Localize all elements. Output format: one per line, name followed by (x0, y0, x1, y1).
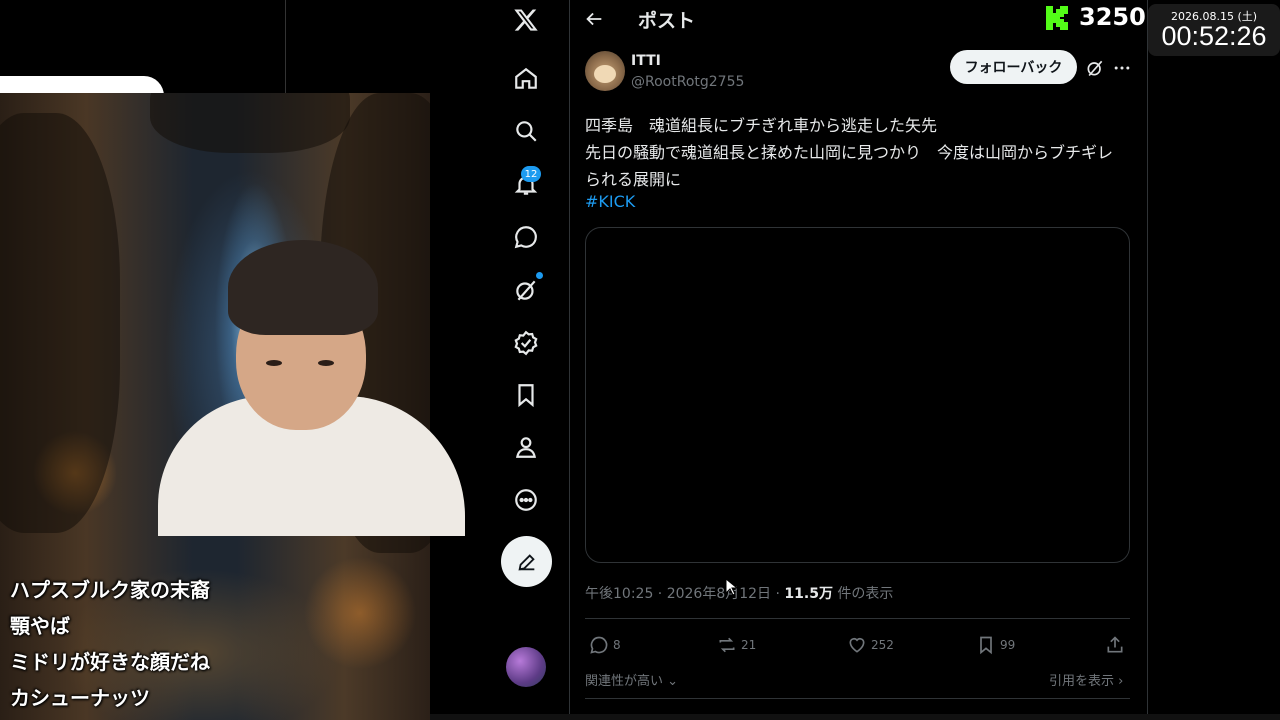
webcam-streamer (158, 240, 465, 536)
rock-shape (0, 113, 120, 533)
profile-icon[interactable] (513, 434, 539, 460)
share-button[interactable] (1105, 634, 1129, 656)
x-sidebar-nav (500, 0, 553, 720)
stream-caption: 顎やば (10, 614, 70, 638)
share-icon (1107, 636, 1123, 653)
chevron-right-icon: › (1118, 674, 1124, 689)
more-options-icon[interactable] (1112, 58, 1132, 78)
author-name[interactable]: ITTI (631, 53, 661, 69)
view-count: 11.5万 (784, 586, 833, 602)
divider-line (285, 0, 286, 93)
post-media[interactable] (585, 227, 1130, 563)
post-text-line: 先日の騒動で魂道組長と揉めた山岡に見つかり 今度は山岡からブチギレ (585, 143, 1114, 162)
verified-icon[interactable] (513, 330, 539, 356)
avatar-face (594, 65, 616, 83)
stream-caption: ハプスブルク家の末裔 (10, 578, 210, 602)
post-text-line: られる展開に (585, 170, 682, 189)
divider (585, 618, 1130, 619)
post-meta: 午後10:25 · 2026年8月12日 · 11.5万 件の表示 (585, 583, 893, 603)
kick-logo-icon (1046, 6, 1068, 30)
view-suffix: 件の表示 (832, 586, 894, 602)
repost-count: 21 (741, 638, 757, 652)
like-count: 252 (871, 638, 894, 652)
person-eye (318, 360, 334, 366)
person-eye (266, 360, 282, 366)
bookmark-button[interactable]: 99 (976, 634, 1015, 656)
account-avatar[interactable] (506, 647, 546, 687)
search-icon[interactable] (513, 118, 539, 144)
repost-icon (719, 637, 735, 653)
heart-icon (849, 637, 865, 653)
reply-icon (590, 636, 608, 654)
bookmark-icon (980, 636, 992, 655)
person-hair (228, 240, 378, 335)
back-arrow-icon[interactable] (583, 8, 605, 30)
x-logo-icon[interactable] (513, 7, 539, 33)
grok-unread-dot (536, 272, 543, 279)
rock-shape (150, 93, 350, 153)
author-avatar[interactable] (585, 51, 625, 91)
mouse-cursor-icon (725, 578, 737, 596)
stream-caption: カシューナッツ (10, 686, 150, 710)
stream-caption: ミドリが好きな顔だね (10, 650, 210, 674)
taskbar-strip (430, 714, 1280, 720)
sort-label: 関連性が高い (585, 674, 664, 689)
chevron-down-icon: ⌄ (667, 674, 679, 689)
compose-button[interactable] (501, 536, 552, 587)
post-timestamp[interactable]: 午後10:25 · 2026年8月12日 · (585, 586, 784, 602)
grok-icon[interactable] (513, 277, 539, 303)
bookmark-count: 99 (1000, 638, 1016, 652)
more-icon[interactable] (513, 487, 539, 513)
messages-icon[interactable] (513, 224, 539, 250)
repost-button[interactable]: 21 (717, 634, 756, 656)
clock-time: 00:52:26 (1161, 21, 1267, 51)
compose-icon (517, 553, 535, 571)
divider (585, 698, 1130, 699)
author-handle[interactable]: @RootRotg2755 (631, 74, 744, 90)
bookmark-icon[interactable] (513, 382, 539, 408)
home-icon[interactable] (513, 66, 539, 92)
clock-widget: 2026.08.15 (土) 00:52:26 (1148, 4, 1280, 56)
sort-replies-dropdown[interactable]: 関連性が高い ⌄ (585, 670, 678, 689)
notification-badge: 12 (521, 166, 541, 182)
grok-icon[interactable] (1085, 58, 1105, 78)
view-quotes-link[interactable]: 引用を表示 › (1049, 670, 1123, 689)
quotes-label: 引用を表示 (1049, 674, 1115, 689)
post-text-line: 四季島 魂道組長にブチぎれ車から逃走した矢先 (585, 116, 938, 135)
reply-button[interactable]: 8 (589, 634, 621, 656)
reply-count: 8 (613, 638, 621, 652)
follow-back-button[interactable]: フォローバック (950, 50, 1077, 84)
kick-viewer-count: 3250 (1079, 3, 1146, 31)
like-button[interactable]: 252 (847, 634, 894, 656)
page-title: ポスト (638, 10, 696, 32)
hashtag-link[interactable]: #KICK (585, 192, 635, 211)
